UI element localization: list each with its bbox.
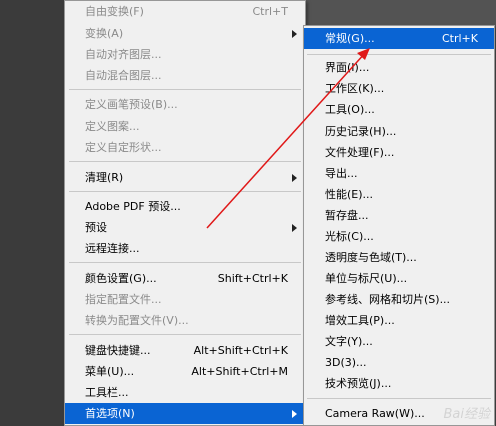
menu-item-file-handling[interactable]: 文件处理(F)... [304,142,494,163]
menu-separator [69,89,301,90]
menu-item-guides-grid-slices[interactable]: 参考线、网格和切片(S)... [304,289,494,310]
menu-item-auto-align-layers[interactable]: 自动对齐图层... [65,44,305,65]
menu-separator [307,398,491,399]
menu-separator [307,54,491,55]
menu-item-color-settings[interactable]: 颜色设置(G)... Shift+Ctrl+K [65,268,305,289]
menu-item-assign-profile[interactable]: 指定配置文件... [65,289,305,310]
menu-item-presets[interactable]: 预设 [65,217,305,238]
workspace-background [0,0,64,426]
menu-item-interface[interactable]: 界面(I)... [304,57,494,78]
menu-item-convert-to-profile[interactable]: 转换为配置文件(V)... [65,310,305,331]
menu-item-purge[interactable]: 清理(R) [65,167,305,188]
menu-separator [69,334,301,335]
menu-item-remote-connections[interactable]: 远程连接... [65,238,305,259]
menu-item-export[interactable]: 导出... [304,163,494,184]
preferences-submenu: 常规(G)... Ctrl+K 界面(I)... 工作区(K)... 工具(O).… [303,25,495,426]
menu-item-history-log[interactable]: 历史记录(H)... [304,121,494,142]
menu-item-workspace[interactable]: 工作区(K)... [304,78,494,99]
submenu-arrow-icon [292,30,297,38]
menu-item-define-custom-shape[interactable]: 定义自定形状... [65,137,305,158]
menu-item-general[interactable]: 常规(G)... Ctrl+K [304,28,494,49]
menu-separator [69,262,301,263]
menu-item-3d[interactable]: 3D(3)... [304,352,494,373]
menu-item-units-rulers[interactable]: 单位与标尺(U)... [304,268,494,289]
menu-item-transform[interactable]: 变换(A) [65,23,305,44]
menu-item-type[interactable]: 文字(Y)... [304,331,494,352]
menu-item-menus[interactable]: 菜单(U)... Alt+Shift+Ctrl+M [65,361,305,382]
submenu-arrow-icon [292,410,297,418]
menu-item-define-brush-preset[interactable]: 定义画笔预设(B)... [65,94,305,115]
menu-item-scratch-disks[interactable]: 暂存盘... [304,205,494,226]
menu-item-technology-previews[interactable]: 技术预览(J)... [304,373,494,394]
menu-separator [69,161,301,162]
menu-item-keyboard-shortcuts[interactable]: 键盘快捷键... Alt+Shift+Ctrl+K [65,340,305,361]
menu-item-transparency-gamut[interactable]: 透明度与色域(T)... [304,247,494,268]
submenu-arrow-icon [292,174,297,182]
menu-item-auto-blend-layers[interactable]: 自动混合图层... [65,65,305,86]
menu-item-cursors[interactable]: 光标(C)... [304,226,494,247]
watermark: Bai经验 [443,407,491,422]
menu-item-define-pattern[interactable]: 定义图案... [65,116,305,137]
submenu-arrow-icon [292,224,297,232]
menu-separator [69,191,301,192]
menu-item-toolbar[interactable]: 工具栏... [65,382,305,403]
menu-item-preferences[interactable]: 首选项(N) [65,403,305,424]
menu-item-adobe-pdf-presets[interactable]: Adobe PDF 预设... [65,196,305,217]
edit-menu: 自由变换(F) Ctrl+T 变换(A) 自动对齐图层... 自动混合图层... … [64,0,306,426]
menu-item-plugins[interactable]: 增效工具(P)... [304,310,494,331]
menu-item-tools[interactable]: 工具(O)... [304,99,494,120]
menu-item-free-transform[interactable]: 自由变换(F) Ctrl+T [65,1,305,22]
menu-item-performance[interactable]: 性能(E)... [304,184,494,205]
